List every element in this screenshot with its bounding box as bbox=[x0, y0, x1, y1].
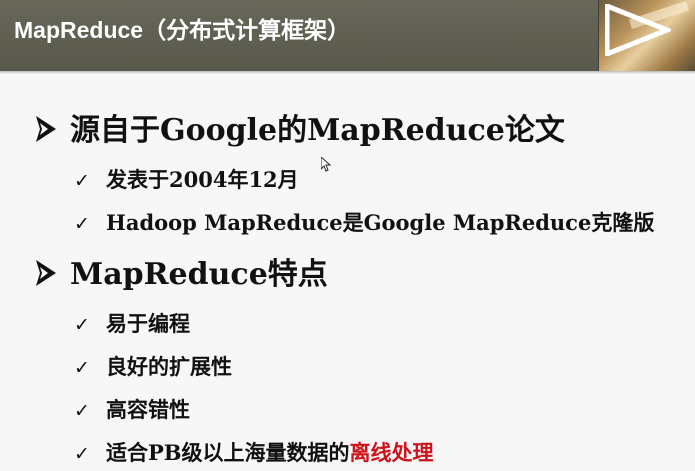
checkmark-icon: ✓ bbox=[74, 170, 90, 192]
item-text: 易于编程 bbox=[106, 311, 190, 336]
item-text: 良好的扩展性 bbox=[106, 354, 232, 379]
heading-text: 源自于Google的MapReduce论文 bbox=[70, 113, 565, 148]
mouse-cursor-icon bbox=[321, 157, 331, 172]
list-item: ✓ 良好的扩展性 bbox=[74, 352, 232, 382]
checkmark-icon: ✓ bbox=[74, 443, 90, 465]
item-text: Hadoop MapReduce是Google MapReduce克隆版 bbox=[106, 210, 655, 235]
heading-source: 源自于Google的MapReduce论文 bbox=[36, 111, 565, 151]
list-item: ✓ 发表于2004年12月 bbox=[74, 165, 299, 195]
header-shadow bbox=[0, 71, 695, 74]
corner-decoration bbox=[598, 0, 695, 71]
play-arrow-icon bbox=[605, 4, 671, 56]
highlight-text: 离线处理 bbox=[349, 440, 434, 465]
list-item: ✓ 高容错性 bbox=[74, 395, 190, 425]
slide-header: MapReduce（分布式计算框架） bbox=[0, 0, 695, 71]
slide-title: MapReduce（分布式计算框架） bbox=[14, 17, 351, 43]
list-item: ✓ 易于编程 bbox=[74, 309, 190, 339]
item-text: 高容错性 bbox=[106, 397, 190, 422]
heading-features: MapReduce特点 bbox=[36, 255, 328, 295]
arrow-bullet-icon bbox=[36, 116, 56, 142]
heading-text: MapReduce特点 bbox=[70, 257, 328, 292]
item-text: 适合PB级以上海量数据的 bbox=[106, 440, 350, 465]
checkmark-icon: ✓ bbox=[74, 357, 90, 379]
checkmark-icon: ✓ bbox=[74, 213, 90, 235]
arrow-bullet-icon bbox=[36, 260, 56, 286]
checkmark-icon: ✓ bbox=[74, 314, 90, 336]
checkmark-icon: ✓ bbox=[74, 400, 90, 422]
list-item: ✓ Hadoop MapReduce是Google MapReduce克隆版 bbox=[74, 208, 654, 238]
list-item: ✓ 适合PB级以上海量数据的离线处理 bbox=[74, 438, 434, 468]
item-text: 发表于2004年12月 bbox=[106, 167, 299, 192]
